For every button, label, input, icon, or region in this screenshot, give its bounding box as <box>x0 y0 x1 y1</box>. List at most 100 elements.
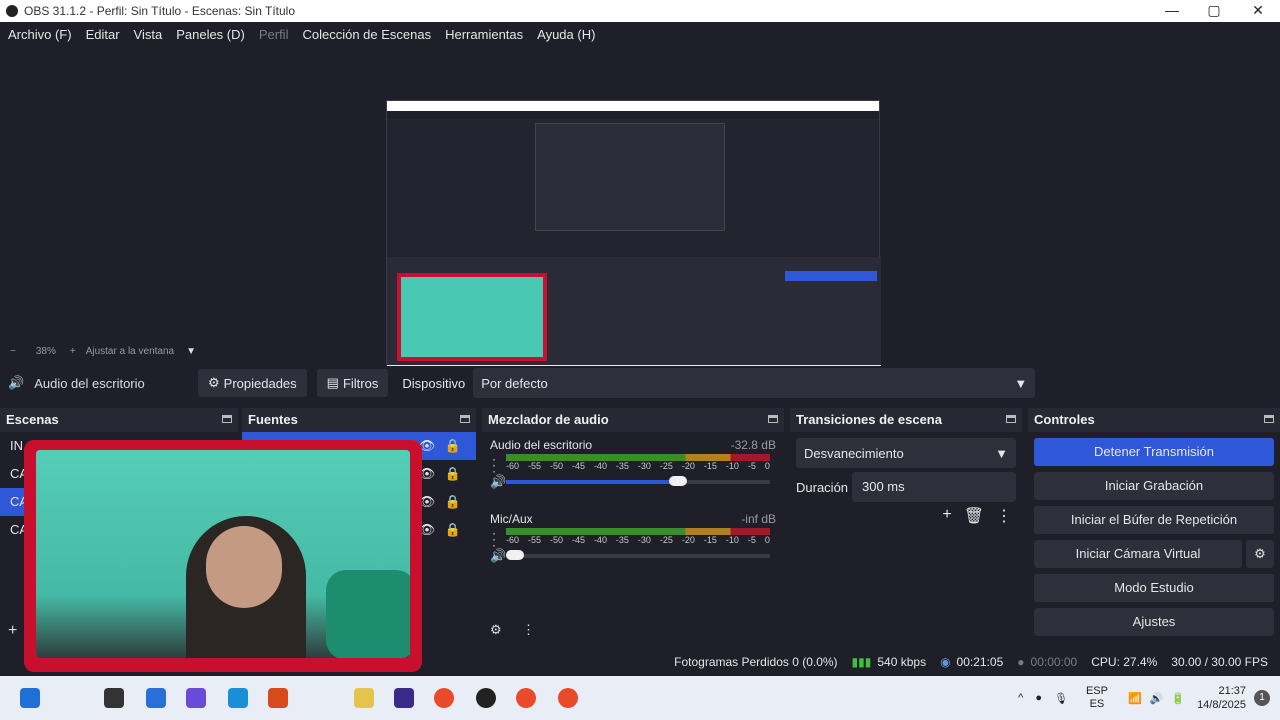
wifi-icon[interactable]: 📶 <box>1128 692 1142 705</box>
zoom-dropdown-icon[interactable]: ▼ <box>186 346 196 357</box>
controls-title: Controles <box>1034 411 1095 427</box>
duration-input[interactable]: 300 ms <box>852 472 1016 502</box>
teams-icon[interactable] <box>186 688 206 708</box>
filters-label: Filtros <box>342 375 379 391</box>
menu-perfil[interactable]: Perfil <box>259 27 289 42</box>
meter-tick-label: -60 <box>506 461 520 471</box>
adobe-icon[interactable] <box>268 688 288 708</box>
fps: 30.00 / 30.00 FPS <box>1171 655 1268 669</box>
menu-editar[interactable]: Editar <box>86 27 120 42</box>
properties-button[interactable]: ⚙ Propiedades <box>198 369 307 397</box>
meter-tick-label: -35 <box>615 535 629 545</box>
channel-db: -inf dB <box>741 512 776 526</box>
edge-icon[interactable] <box>228 688 248 708</box>
close-button[interactable]: ✕ <box>1236 0 1280 22</box>
channel-db: -32.8 dB <box>730 438 776 452</box>
transition-menu-icon[interactable]: ⋮ <box>996 506 1012 526</box>
properties-label: Propiedades <box>223 375 297 391</box>
mute-icon[interactable]: 🔊 <box>490 474 506 490</box>
virtual-camera-button[interactable]: Iniciar Cámara Virtual <box>1034 540 1242 568</box>
chrome-profile-icon[interactable] <box>516 688 536 708</box>
preview-nested-titlebar <box>387 101 879 111</box>
notification-badge[interactable]: 1 <box>1254 690 1270 706</box>
lock-icon[interactable]: 🔒 <box>444 522 462 538</box>
undock-icon[interactable] <box>460 415 470 423</box>
lock-icon[interactable]: 🔒 <box>444 466 462 482</box>
title-bar: OBS 31.1.2 - Perfil: Sin Título - Escena… <box>0 0 1280 22</box>
undock-icon[interactable] <box>222 415 232 423</box>
trash-icon[interactable]: 🗑 <box>964 506 984 526</box>
webcam-feed <box>36 450 410 658</box>
scenes-title: Escenas <box>6 411 59 427</box>
undock-icon[interactable] <box>1264 415 1274 423</box>
program-preview[interactable] <box>386 100 881 381</box>
filters-button[interactable]: ▤ Filtros <box>316 369 389 397</box>
volume-slider[interactable] <box>506 476 770 486</box>
channel-menu-icon[interactable]: · · · <box>492 453 496 477</box>
task-view-icon[interactable] <box>104 688 124 708</box>
meter-tick-label: -20 <box>681 461 695 471</box>
meter-tick-label: 0 <box>764 535 770 545</box>
tray-app-icon[interactable]: ● <box>1035 692 1042 704</box>
device-select[interactable]: Por defecto ▼ <box>473 368 1036 398</box>
maximize-button[interactable]: ▢ <box>1192 0 1236 22</box>
explorer-icon[interactable] <box>354 688 374 708</box>
fit-window-button[interactable]: Ajustar a la ventana <box>86 346 174 357</box>
mute-icon[interactable]: 🔊 <box>490 548 506 564</box>
widgets-icon[interactable] <box>146 688 166 708</box>
add-transition-icon[interactable]: + <box>942 506 951 526</box>
meter-tick-label: -10 <box>725 461 739 471</box>
menu-herramientas[interactable]: Herramientas <box>445 27 523 42</box>
stream-icon: ◉ <box>940 655 951 669</box>
volume-slider[interactable] <box>506 550 770 560</box>
lock-icon[interactable]: 🔒 <box>444 494 462 510</box>
sources-title: Fuentes <box>248 411 298 427</box>
show-hidden-icons[interactable]: ^ <box>1018 692 1023 704</box>
advanced-audio-icon[interactable]: ⚙ <box>490 622 502 638</box>
undock-icon[interactable] <box>768 415 778 423</box>
start-recording-button[interactable]: Iniciar Grabación <box>1034 472 1274 500</box>
channel-name: Mic/Aux <box>490 512 533 526</box>
controls-dock: Controles Detener Transmisión Iniciar Gr… <box>1028 408 1280 646</box>
studio-mode-button[interactable]: Modo Estudio <box>1034 574 1274 602</box>
menu-vista[interactable]: Vista <box>134 27 163 42</box>
record-icon: ● <box>1017 655 1025 669</box>
lock-icon[interactable]: 🔒 <box>444 438 462 454</box>
language-indicator[interactable]: ESP ES <box>1086 685 1108 711</box>
minimize-button[interactable]: — <box>1150 0 1194 22</box>
add-scene-button[interactable]: + <box>8 622 17 640</box>
menu-paneles[interactable]: Paneles (D) <box>176 27 245 42</box>
menu-coleccion-escenas[interactable]: Colección de Escenas <box>302 27 431 42</box>
volume-icon[interactable]: 🔊 <box>1150 692 1164 705</box>
channel-menu-icon[interactable]: · · · <box>492 527 496 551</box>
virtual-camera-settings-icon[interactable]: ⚙ <box>1246 540 1274 568</box>
webcam-overlay <box>24 440 422 672</box>
menu-archivo[interactable]: Archivo (F) <box>8 27 72 42</box>
chrome-icon[interactable] <box>434 688 454 708</box>
transitions-title: Transiciones de escena <box>796 411 942 427</box>
microphone-icon[interactable]: 🎙 <box>1054 692 1068 705</box>
transition-select[interactable]: Desvanecimiento ▼ <box>796 438 1016 468</box>
settings-button[interactable]: Ajustes <box>1034 608 1274 636</box>
obs-taskbar-icon[interactable] <box>476 688 496 708</box>
chevron-down-icon: ▼ <box>995 445 1008 461</box>
volume-meter: -60 -55 -50 -45 -40 -35 -30 -25 -20 -15 -10 -5 0 <box>506 528 770 545</box>
zoom-out-button[interactable]: − <box>10 346 16 357</box>
preview-area[interactable] <box>0 46 1280 381</box>
system-tray: ^ ● 🎙 ESP ES 📶 🔊 🔋 21:37 14/8/2025 1 <box>1018 684 1270 712</box>
replay-buffer-button[interactable]: Iniciar el Búfer de Repetición <box>1034 506 1274 534</box>
start-icon[interactable] <box>20 688 40 708</box>
clock[interactable]: 21:37 14/8/2025 <box>1197 684 1246 712</box>
meter-tick-label: -40 <box>593 461 607 471</box>
volume-knob[interactable] <box>506 550 524 560</box>
undock-icon[interactable] <box>1006 415 1016 423</box>
battery-icon[interactable]: 🔋 <box>1171 692 1185 705</box>
zoom-in-button[interactable]: + <box>70 346 76 357</box>
stop-stream-button[interactable]: Detener Transmisión <box>1034 438 1274 466</box>
menu-ayuda[interactable]: Ayuda (H) <box>537 27 595 42</box>
windows-taskbar: ^ ● 🎙 ESP ES 📶 🔊 🔋 21:37 14/8/2025 1 <box>0 676 1280 720</box>
mixer-menu-icon[interactable]: ⋮ <box>522 622 535 638</box>
volume-knob[interactable] <box>668 476 687 486</box>
premiere-icon[interactable] <box>394 688 414 708</box>
chrome-profile-icon[interactable] <box>558 688 578 708</box>
